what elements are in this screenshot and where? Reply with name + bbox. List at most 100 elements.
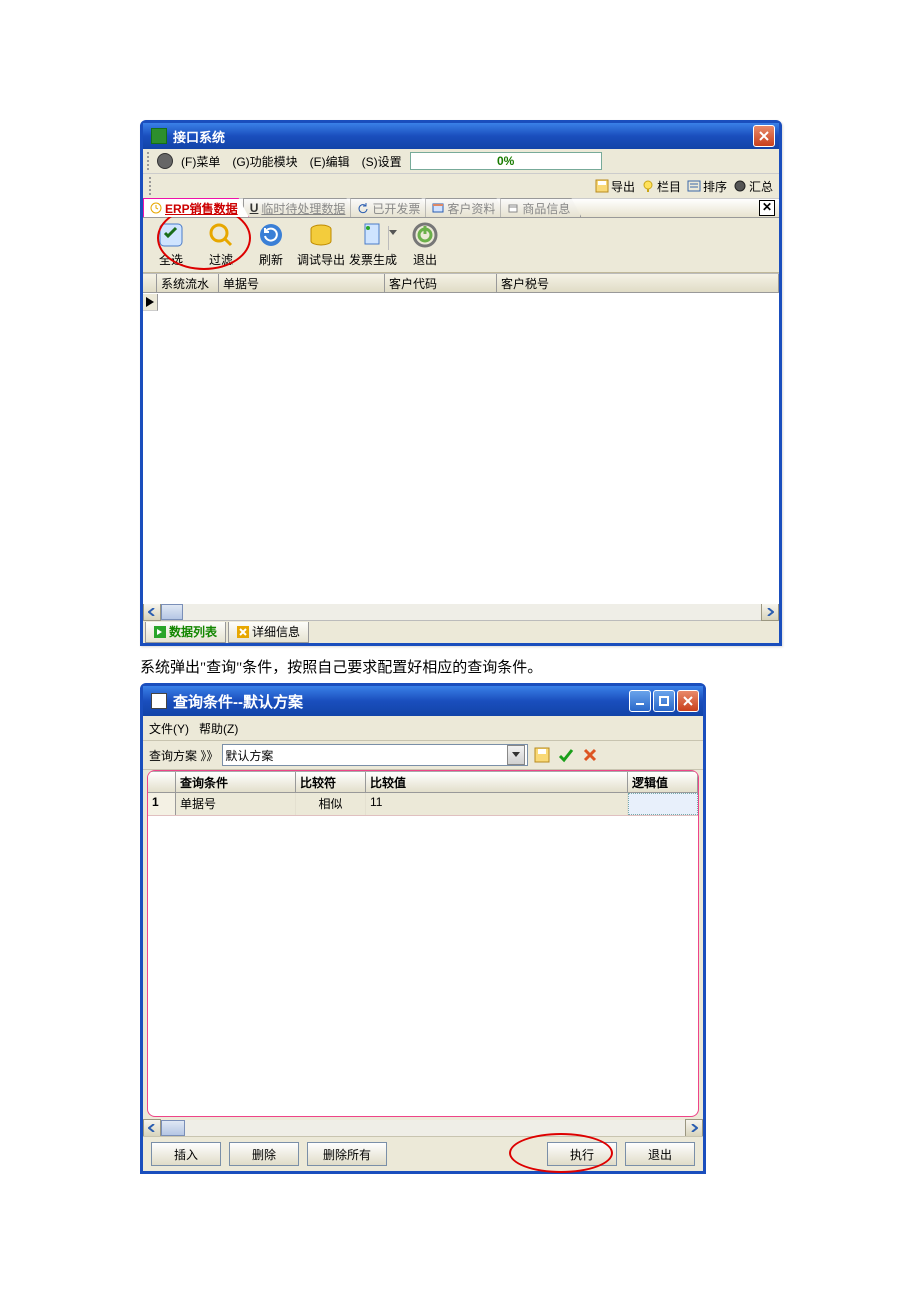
col-logic[interactable]: 逻辑值 — [628, 772, 698, 792]
export-button[interactable]: 导出 — [595, 178, 635, 195]
arrow-right-icon — [154, 626, 166, 638]
exit-button[interactable]: 退出 — [625, 1142, 695, 1166]
cell-value[interactable]: 11 — [366, 793, 628, 815]
select-all-button[interactable]: 全选 — [147, 220, 195, 270]
scroll-right-button[interactable] — [685, 1119, 703, 1137]
menu-file[interactable]: (F)菜单 — [177, 151, 224, 172]
row-selector-header — [143, 274, 157, 292]
cell-operator[interactable]: 相似 — [296, 793, 366, 815]
save-icon — [595, 179, 609, 193]
column-button[interactable]: 栏目 — [641, 178, 681, 195]
col-value[interactable]: 比较值 — [366, 772, 628, 792]
globe-icon — [733, 179, 747, 193]
close-button[interactable] — [677, 690, 699, 712]
query-grid-header: 查询条件 比较符 比较值 逻辑值 — [148, 771, 698, 793]
tab-invoiced[interactable]: 已开发票 — [350, 198, 431, 217]
col-operator[interactable]: 比较符 — [296, 772, 366, 792]
col-docno[interactable]: 单据号 — [219, 274, 385, 292]
document-icon — [359, 221, 387, 249]
app-icon — [151, 128, 167, 144]
save-icon — [534, 747, 550, 763]
insert-button[interactable]: 插入 — [151, 1142, 221, 1166]
tab-detail[interactable]: 详细信息 — [228, 622, 309, 643]
menu-help[interactable]: 帮助(Z) — [199, 720, 238, 737]
maximize-button[interactable] — [653, 690, 675, 712]
sort-button[interactable]: 排序 — [687, 178, 727, 195]
invoice-generate-button[interactable]: 发票生成 — [347, 220, 399, 270]
x-icon — [582, 747, 598, 763]
menu-settings[interactable]: (S)设置 — [358, 151, 406, 172]
menu-file[interactable]: 文件(Y) — [149, 720, 189, 737]
query-grid-body[interactable] — [147, 816, 699, 1117]
h-scrollbar[interactable] — [143, 604, 779, 620]
menu-edit[interactable]: (E)编辑 — [306, 151, 354, 172]
tabs: ERP销售数据 U 临时待处理数据 已开发票 客户资料 商品信息 ✕ — [143, 199, 779, 218]
minimize-button[interactable] — [629, 690, 651, 712]
cancel-button[interactable] — [580, 745, 600, 765]
search-icon — [207, 221, 235, 249]
bottom-tabs: 数据列表 详细信息 — [143, 620, 779, 643]
scheme-combo[interactable]: 默认方案 — [222, 744, 528, 766]
menu-icon — [157, 153, 173, 169]
confirm-button[interactable] — [556, 745, 576, 765]
tab-erp-sales[interactable]: ERP销售数据 — [143, 198, 249, 217]
cell-logic[interactable] — [628, 793, 698, 815]
icon-toolbar: 全选 过滤 刷新 调试导出 发票生成 退出 — [143, 218, 779, 273]
scroll-right-button[interactable] — [761, 603, 779, 621]
scroll-track[interactable] — [161, 1120, 685, 1136]
col-custcode[interactable]: 客户代码 — [385, 274, 497, 292]
grip-icon — [149, 177, 155, 195]
close-button[interactable] — [753, 125, 775, 147]
scroll-thumb[interactable] — [161, 604, 183, 620]
col-taxno[interactable]: 客户税号 — [497, 274, 779, 292]
cell-condition[interactable]: 单据号 — [176, 793, 296, 815]
tabs-close-button[interactable]: ✕ — [759, 200, 775, 216]
query-row[interactable]: 1 单据号 相似 11 — [148, 793, 698, 816]
checklist-icon — [157, 221, 185, 249]
scroll-track[interactable] — [161, 604, 761, 620]
titlebar[interactable]: 查询条件--默认方案 — [143, 686, 703, 716]
chevron-down-icon[interactable] — [389, 230, 397, 235]
menu-module[interactable]: (G)功能模块 — [228, 151, 301, 172]
grip-icon — [147, 152, 153, 170]
save-scheme-button[interactable] — [532, 745, 552, 765]
triangle-right-icon — [146, 297, 154, 307]
scroll-left-button[interactable] — [143, 603, 161, 621]
run-button[interactable]: 执行 — [547, 1142, 617, 1166]
refresh-button[interactable]: 刷新 — [247, 220, 295, 270]
titlebar[interactable]: 接口系统 — [143, 123, 779, 149]
menubar: (F)菜单 (G)功能模块 (E)编辑 (S)设置 0% — [143, 149, 779, 174]
chevron-down-icon[interactable] — [507, 745, 525, 765]
progress-text: 0% — [497, 154, 514, 168]
delete-all-button[interactable]: 删除所有 — [307, 1142, 387, 1166]
box-icon — [507, 202, 519, 214]
summary-button[interactable]: 汇总 — [733, 178, 773, 195]
menubar: 文件(Y) 帮助(Z) — [143, 716, 703, 741]
scheme-bar: 查询方案 》》 默认方案 — [143, 741, 703, 770]
col-condition[interactable]: 查询条件 — [176, 772, 296, 792]
tab-customers[interactable]: 客户资料 — [425, 198, 506, 217]
bulb-icon — [641, 179, 655, 193]
delete-button[interactable]: 删除 — [229, 1142, 299, 1166]
col-serial[interactable]: 系统流水号 — [157, 274, 219, 292]
scroll-left-button[interactable] — [143, 1119, 161, 1137]
database-icon — [307, 221, 335, 249]
col-rownum — [148, 772, 176, 792]
tab-data-list[interactable]: 数据列表 — [145, 622, 226, 643]
undo-icon — [357, 202, 369, 214]
tab-temp-pending[interactable]: U 临时待处理数据 — [243, 198, 357, 217]
grid-body[interactable] — [143, 293, 779, 604]
power-icon — [411, 221, 439, 249]
scroll-thumb[interactable] — [161, 1120, 185, 1136]
app-icon — [151, 693, 167, 709]
debug-export-button[interactable]: 调试导出 — [297, 220, 345, 270]
sort-icon — [687, 179, 701, 193]
check-icon — [558, 747, 574, 763]
current-row-marker — [143, 294, 158, 311]
h-scrollbar[interactable] — [143, 1120, 703, 1136]
filter-button[interactable]: 过滤 — [197, 220, 245, 270]
query-grid: 查询条件 比较符 比较值 逻辑值 1 单据号 相似 11 — [147, 770, 699, 816]
tab-products[interactable]: 商品信息 — [500, 198, 581, 217]
main-window: 接口系统 (F)菜单 (G)功能模块 (E)编辑 (S)设置 0% 导出 栏目 … — [140, 120, 782, 646]
exit-button[interactable]: 退出 — [401, 220, 449, 270]
